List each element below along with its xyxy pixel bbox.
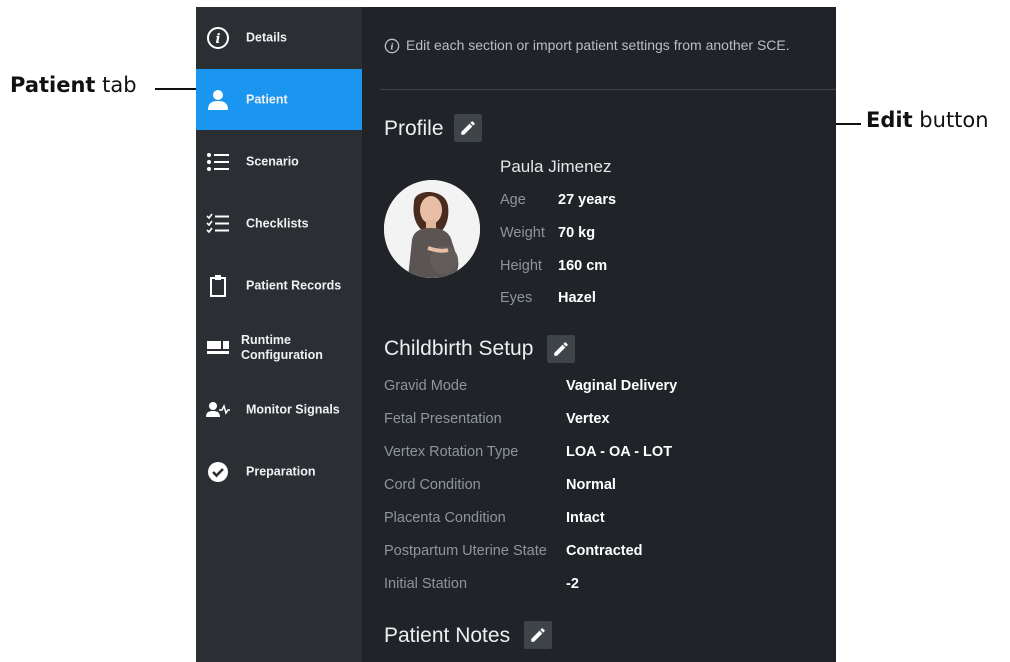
field-label: Fetal Presentation (384, 411, 502, 427)
person-icon (206, 88, 230, 112)
field-label: Eyes (500, 290, 533, 306)
label-line1: Runtime (241, 332, 291, 347)
sidebar-item-label: Monitor Signals (246, 402, 340, 416)
field-value: 160 cm (558, 258, 608, 274)
label-line2: Configuration (241, 347, 323, 362)
sidebar-item-label: Preparation (246, 464, 316, 478)
edit-button-callout: Edit button (866, 108, 989, 132)
monitor-signals-icon (206, 398, 230, 422)
list-icon (206, 150, 230, 174)
callout-bold: Edit (866, 108, 913, 132)
pencil-icon (531, 628, 545, 642)
svg-text:i: i (216, 32, 221, 47)
callout-rest: tab (95, 73, 137, 97)
info-message: i Edit each section or import patient set… (384, 37, 790, 59)
field-value: Normal (566, 477, 616, 493)
field-value: Intact (566, 510, 605, 526)
pencil-icon (554, 342, 568, 356)
clipboard-icon (206, 274, 230, 298)
field-value: -2 (566, 576, 579, 592)
field-value: Vertex (566, 411, 610, 427)
sidebar-item-label: Patient Records (246, 278, 342, 292)
field-label: Cord Condition (384, 477, 481, 493)
field-label: Height (500, 258, 542, 274)
callout-bold: Patient (10, 73, 96, 97)
sidebar-item-label: Patient (246, 92, 288, 106)
main-panel: i Edit each section or import patient set… (362, 7, 836, 662)
sidebar-item-preparation[interactable]: Preparation (196, 441, 362, 502)
patient-tab-callout: Patient tab (10, 73, 137, 97)
patient-notes-title: Patient Notes (384, 624, 511, 647)
field-label: Gravid Mode (384, 378, 468, 394)
sidebar-item-label: Runtime Configuration (241, 333, 323, 363)
field-value: LOA - OA - LOT (566, 444, 673, 460)
field-label: Vertex Rotation Type (384, 444, 519, 460)
field-value: Contracted (566, 543, 643, 559)
sidebar-item-details[interactable]: i Details (196, 7, 362, 68)
check-circle-icon (206, 460, 230, 484)
info-text: Edit each section or import patient sett… (406, 37, 790, 53)
app-window: i Details Patient Scenario Checklists Pa… (196, 7, 836, 662)
info-icon: i (384, 38, 400, 54)
field-value: Hazel (558, 290, 596, 306)
sidebar-item-scenario[interactable]: Scenario (196, 131, 362, 192)
sidebar-item-monitor-signals[interactable]: Monitor Signals (196, 379, 362, 440)
sidebar-item-runtime-configuration[interactable]: Runtime Configuration (196, 317, 362, 378)
checklist-icon (206, 212, 230, 236)
svg-text:i: i (390, 43, 393, 53)
profile-edit-button[interactable] (454, 114, 482, 142)
field-label: Weight (500, 225, 545, 241)
field-label: Initial Station (384, 576, 468, 592)
field-label: Postpartum Uterine State (384, 543, 547, 559)
avatar (384, 180, 480, 278)
field-label: Placenta Condition (384, 510, 506, 526)
sidebar-item-label: Checklists (246, 216, 309, 230)
callout-rest: button (912, 108, 989, 132)
sidebar-item-patient-records[interactable]: Patient Records (196, 255, 362, 316)
layout-icon (206, 336, 230, 360)
field-value: 70 kg (558, 225, 596, 241)
profile-title: Profile (384, 117, 444, 140)
sidebar-item-patient[interactable]: Patient (196, 69, 362, 130)
field-label: Age (500, 192, 526, 208)
info-icon: i (206, 26, 230, 50)
field-value: 27 years (558, 192, 617, 208)
sidebar-item-checklists[interactable]: Checklists (196, 193, 362, 254)
field-value: Vaginal Delivery (566, 378, 678, 394)
patient-notes-edit-button[interactable] (524, 621, 552, 649)
sidebar-item-label: Scenario (246, 154, 299, 168)
pencil-icon (461, 121, 475, 135)
sidebar: i Details Patient Scenario Checklists Pa… (196, 7, 362, 662)
divider (380, 89, 836, 90)
patient-name: Paula Jimenez (500, 157, 612, 176)
childbirth-edit-button[interactable] (547, 335, 575, 363)
childbirth-setup-title: Childbirth Setup (384, 337, 534, 360)
sidebar-item-label: Details (246, 30, 287, 44)
